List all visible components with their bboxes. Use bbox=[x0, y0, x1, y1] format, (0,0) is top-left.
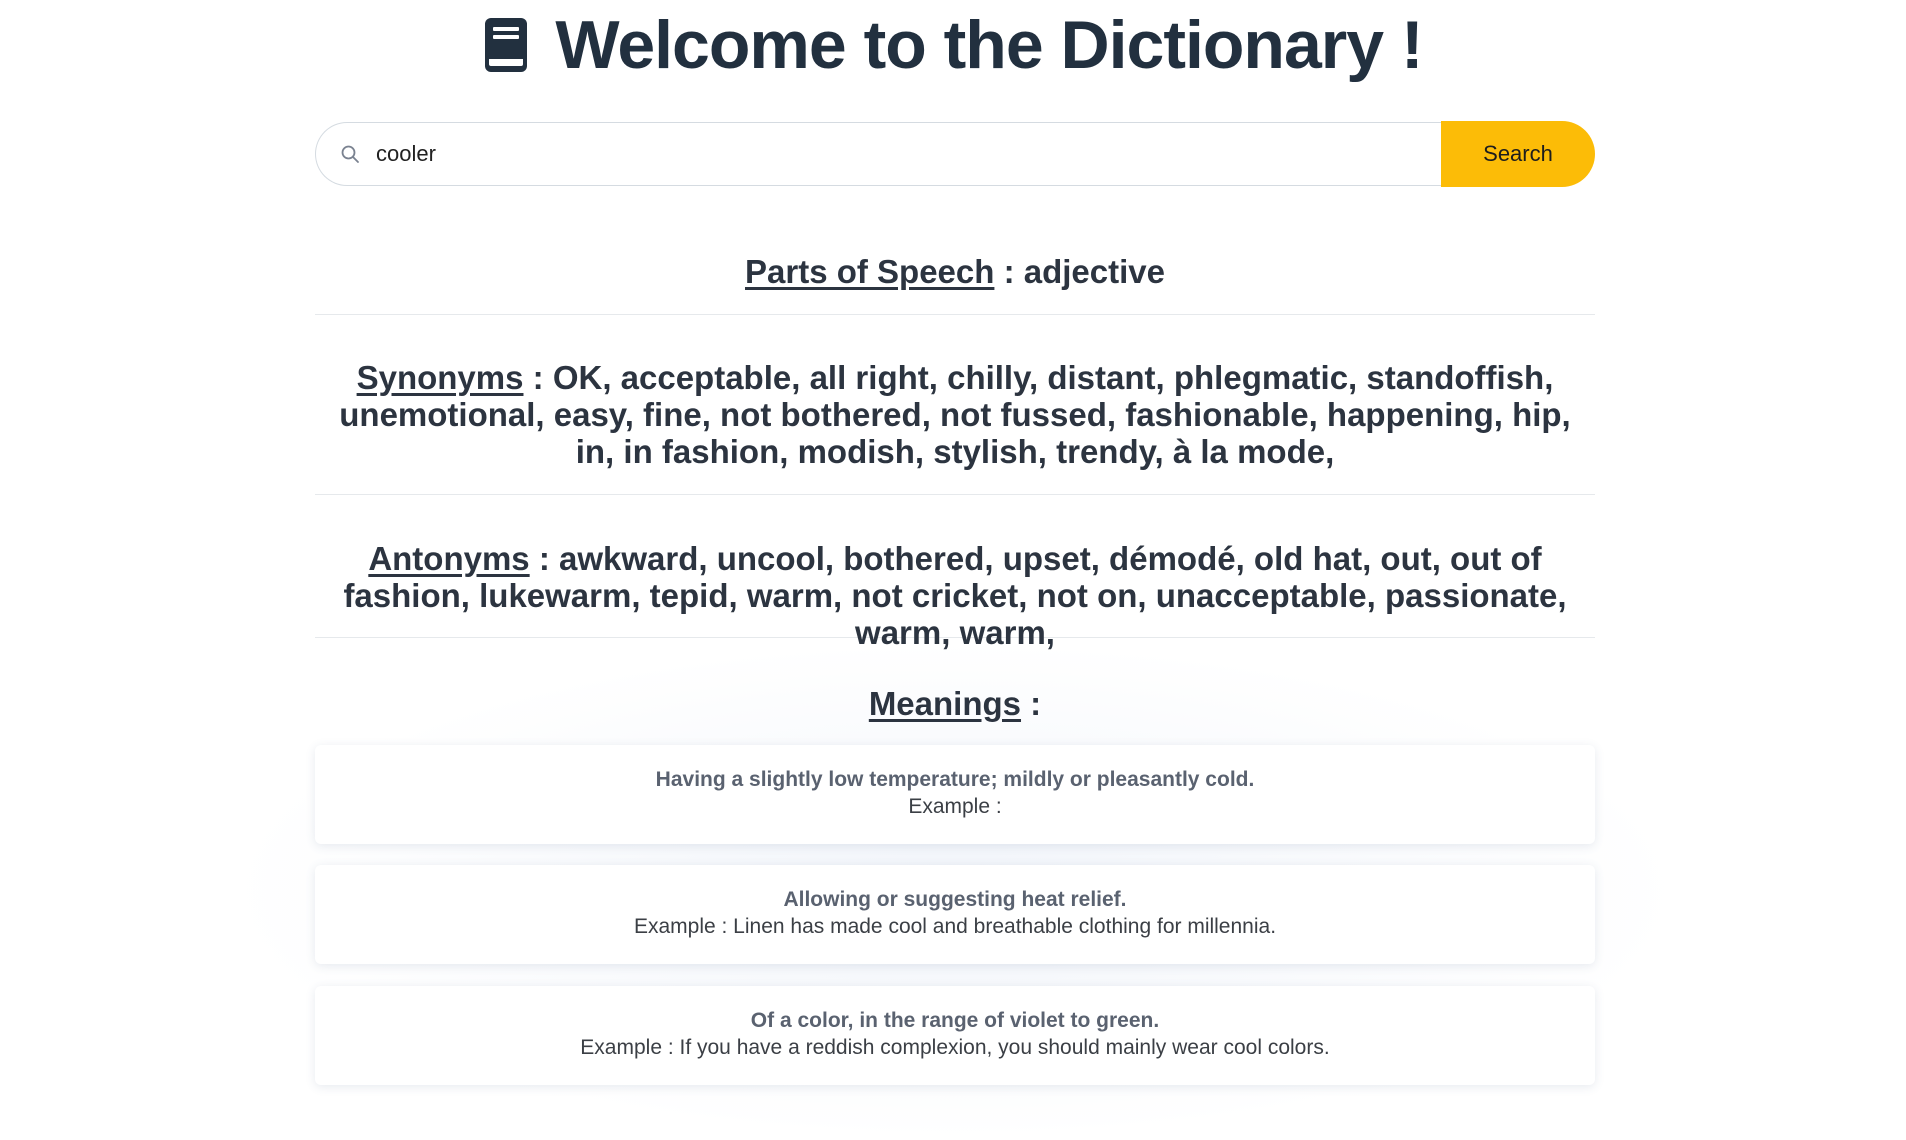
antonyms-separator: : bbox=[529, 540, 559, 577]
meaning-example: Example : bbox=[908, 795, 1002, 818]
meaning-definition: Having a slightly low temperature; mildl… bbox=[655, 768, 1255, 791]
antonyms-section: Antonyms : awkward, uncool, bothered, up… bbox=[315, 540, 1595, 651]
meaning-card: Allowing or suggesting heat relief. Exam… bbox=[315, 865, 1595, 964]
meanings-separator: : bbox=[1021, 685, 1042, 722]
search-button[interactable]: Search bbox=[1441, 121, 1595, 187]
search-field[interactable] bbox=[315, 122, 1441, 186]
synonyms-label: Synonyms bbox=[356, 359, 524, 396]
synonyms-text: Synonyms : OK, acceptable, all right, ch… bbox=[315, 359, 1595, 470]
meaning-card: Having a slightly low temperature; mildl… bbox=[315, 745, 1595, 844]
meaning-example: Example : Linen has made cool and breath… bbox=[633, 915, 1277, 938]
meaning-example: Example : If you have a reddish complexi… bbox=[580, 1036, 1330, 1059]
synonyms-section: Synonyms : OK, acceptable, all right, ch… bbox=[315, 359, 1595, 495]
parts-of-speech-label: Parts of Speech bbox=[745, 253, 995, 290]
meaning-card: Of a color, in the range of violet to gr… bbox=[315, 986, 1595, 1085]
meaning-definition: Of a color, in the range of violet to gr… bbox=[750, 1009, 1160, 1032]
page-header: Welcome to the Dictionary ! bbox=[0, 0, 1906, 90]
search-bar: Search bbox=[315, 121, 1595, 188]
antonyms-label: Antonyms bbox=[368, 540, 530, 577]
parts-of-speech-text: Parts of Speech : adjective bbox=[315, 253, 1595, 290]
book-icon bbox=[483, 18, 529, 72]
meanings-label: Meanings bbox=[868, 685, 1022, 722]
search-icon bbox=[340, 144, 360, 164]
page-title: Welcome to the Dictionary ! bbox=[555, 7, 1423, 83]
dictionary-page: Welcome to the Dictionary ! Search Parts… bbox=[0, 0, 1906, 1140]
search-input[interactable] bbox=[374, 140, 1278, 168]
meaning-definition: Allowing or suggesting heat relief. bbox=[783, 888, 1127, 911]
parts-of-speech-section: Parts of Speech : adjective bbox=[315, 253, 1595, 315]
parts-of-speech-separator: : bbox=[994, 253, 1024, 290]
parts-of-speech-value: adjective bbox=[1023, 253, 1165, 290]
meanings-heading: Meanings : bbox=[315, 685, 1595, 723]
antonyms-text: Antonyms : awkward, uncool, bothered, up… bbox=[315, 540, 1595, 651]
synonyms-separator: : bbox=[523, 359, 553, 396]
